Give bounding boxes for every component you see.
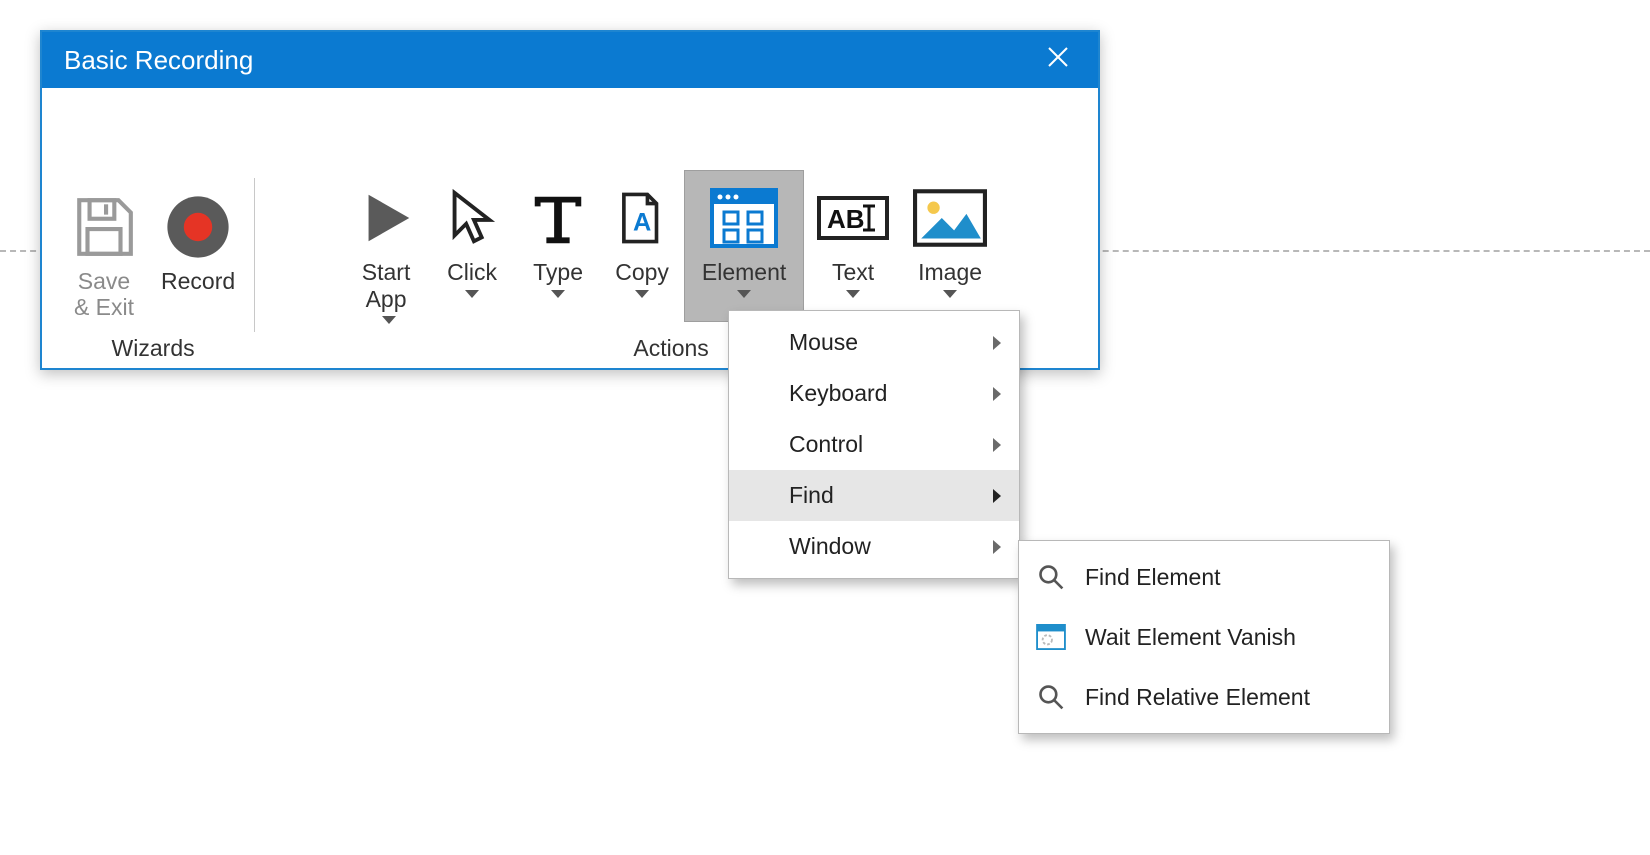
search-icon — [1035, 681, 1067, 713]
svg-text:A: A — [633, 209, 651, 237]
submenu-find-relative[interactable]: Find Relative Element — [1019, 667, 1389, 727]
chevron-down-icon — [943, 290, 957, 298]
chevron-right-icon — [993, 540, 1001, 554]
element-dropdown-menu: Mouse Keyboard Control Find Window — [728, 310, 1020, 579]
type-button[interactable]: Type — [516, 170, 600, 322]
click-button[interactable]: Click — [430, 170, 514, 322]
play-icon — [355, 177, 417, 259]
record-label: Record — [161, 268, 235, 324]
chevron-down-icon — [635, 290, 649, 298]
menu-item-label: Mouse — [789, 329, 858, 356]
save-exit-label: Save & Exit — [74, 268, 134, 324]
menu-item-window[interactable]: Window — [729, 521, 1019, 572]
close-button[interactable] — [1036, 38, 1080, 82]
menu-item-mouse[interactable]: Mouse — [729, 317, 1019, 368]
group-wizards-label: Wizards — [112, 335, 195, 362]
start-app-label: Start App — [362, 259, 411, 312]
search-icon — [1035, 561, 1067, 593]
menu-item-label: Find — [789, 482, 834, 509]
submenu-label: Find Element — [1085, 564, 1221, 591]
element-icon — [708, 177, 780, 259]
copy-label: Copy — [615, 259, 669, 285]
record-button[interactable]: Record — [150, 179, 246, 331]
menu-item-label: Keyboard — [789, 380, 887, 407]
type-label: Type — [533, 259, 583, 285]
chevron-down-icon — [465, 290, 479, 298]
submenu-label: Find Relative Element — [1085, 684, 1310, 711]
save-icon — [71, 186, 137, 268]
titlebar: Basic Recording — [42, 32, 1098, 88]
copy-button[interactable]: A Copy — [602, 170, 682, 322]
svg-text:AB: AB — [827, 204, 865, 234]
text-button[interactable]: AB Text — [806, 170, 900, 322]
text-icon: AB — [817, 177, 889, 259]
chevron-right-icon — [993, 489, 1001, 503]
start-app-button[interactable]: Start App — [344, 170, 428, 331]
element-label: Element — [702, 259, 786, 285]
submenu-label: Wait Element Vanish — [1085, 624, 1296, 651]
menu-item-label: Control — [789, 431, 863, 458]
menu-item-keyboard[interactable]: Keyboard — [729, 368, 1019, 419]
element-button[interactable]: Element — [684, 170, 804, 322]
menu-item-find[interactable]: Find — [729, 470, 1019, 521]
chevron-right-icon — [993, 387, 1001, 401]
window-title: Basic Recording — [64, 45, 253, 76]
click-label: Click — [447, 259, 497, 285]
image-button[interactable]: Image — [902, 170, 998, 322]
menu-item-control[interactable]: Control — [729, 419, 1019, 470]
record-icon — [163, 186, 233, 268]
cursor-icon — [441, 177, 503, 259]
chevron-down-icon — [382, 316, 396, 324]
chevron-right-icon — [993, 336, 1001, 350]
close-icon — [1046, 45, 1070, 76]
text-label: Text — [832, 259, 874, 285]
image-icon — [913, 177, 987, 259]
save-exit-button[interactable]: Save & Exit — [60, 179, 148, 331]
group-actions-label: Actions — [633, 335, 708, 362]
type-icon — [527, 177, 589, 259]
chevron-right-icon — [993, 438, 1001, 452]
chevron-down-icon — [551, 290, 565, 298]
chevron-down-icon — [737, 290, 751, 298]
copy-icon: A — [613, 177, 671, 259]
find-submenu: Find Element Wait Element Vanish Find Re… — [1018, 540, 1390, 734]
menu-item-label: Window — [789, 533, 871, 560]
submenu-find-element[interactable]: Find Element — [1019, 547, 1389, 607]
submenu-wait-vanish[interactable]: Wait Element Vanish — [1019, 607, 1389, 667]
group-wizards: Save & Exit Record Wizards — [52, 179, 254, 368]
window-wait-icon — [1035, 621, 1067, 653]
image-label: Image — [918, 259, 982, 285]
chevron-down-icon — [846, 290, 860, 298]
